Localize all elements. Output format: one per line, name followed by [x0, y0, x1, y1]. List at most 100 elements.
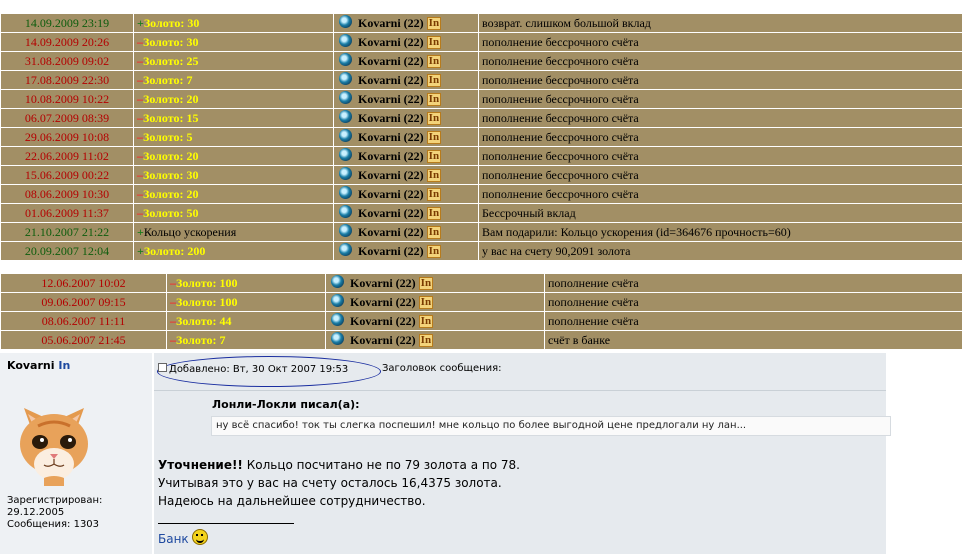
- item-label: Золото: 7: [176, 333, 226, 347]
- user-name[interactable]: Kovarni (22): [358, 73, 424, 87]
- body-line-1: Кольцо посчитано не по 79 золота а по 78…: [242, 458, 520, 472]
- row-date: 22.06.2009 11:02: [0, 146, 134, 166]
- clan-badge-icon[interactable]: In: [426, 131, 442, 144]
- user-name[interactable]: Kovarni (22): [358, 206, 424, 220]
- item-label: Золото: 20: [143, 187, 199, 201]
- row-item: –Золото: 20: [133, 184, 334, 204]
- user-name[interactable]: Kovarni (22): [358, 130, 424, 144]
- clan-badge-icon[interactable]: In: [426, 17, 442, 30]
- globe-icon[interactable]: [331, 313, 344, 326]
- user-name[interactable]: Kovarni (22): [358, 244, 424, 258]
- clan-badge-icon[interactable]: In: [426, 226, 442, 239]
- user-name[interactable]: Kovarni (22): [358, 225, 424, 239]
- globe-icon[interactable]: [339, 110, 352, 123]
- forum-post: Kovarni In Зарегистрирован: 29.12.2005 С…: [0, 353, 891, 554]
- table-row: 31.08.2009 09:02 –Золото: 25 Kovarni (22) I…: [0, 51, 962, 71]
- table-row: 05.06.2007 21:45 –Золото: 7 Kovarni (22) In…: [0, 330, 962, 350]
- clan-badge-icon[interactable]: In: [418, 334, 434, 347]
- clan-badge-icon[interactable]: In: [426, 55, 442, 68]
- table-row: 21.10.2007 21:22 +Кольцо ускорения Kovarni…: [0, 222, 962, 242]
- row-date: 01.06.2009 11:37: [0, 203, 134, 223]
- clan-badge-icon[interactable]: In: [426, 188, 442, 201]
- user-name[interactable]: Kovarni (22): [358, 111, 424, 125]
- author-panel: Kovarni In Зарегистрирован: 29.12.2005 С…: [0, 353, 154, 554]
- row-note: счёт в банке: [544, 330, 962, 350]
- globe-icon[interactable]: [331, 332, 344, 345]
- table-row: 08.06.2009 10:30 –Золото: 20 Kovarni (22) I…: [0, 184, 962, 204]
- user-name[interactable]: Kovarni (22): [358, 54, 424, 68]
- user-name[interactable]: Kovarni (22): [350, 314, 416, 328]
- row-user: Kovarni (22) In: [333, 222, 479, 242]
- user-name[interactable]: Kovarni (22): [358, 35, 424, 49]
- row-date: 29.06.2009 10:08: [0, 127, 134, 147]
- clan-badge-icon[interactable]: In: [426, 36, 442, 49]
- clan-badge-icon[interactable]: In: [418, 296, 434, 309]
- quote-author: Лонли-Локли писал(а):: [212, 398, 360, 411]
- globe-icon[interactable]: [339, 129, 352, 142]
- clan-badge-icon[interactable]: In: [426, 150, 442, 163]
- user-name[interactable]: Kovarni (22): [350, 333, 416, 347]
- row-user: Kovarni (22) In: [333, 203, 479, 223]
- item-label: Золото: 100: [176, 276, 238, 290]
- body-line-2: Учитывая это у вас на счету осталось 16,…: [158, 476, 502, 490]
- user-name[interactable]: Kovarni (22): [350, 295, 416, 309]
- globe-icon[interactable]: [331, 275, 344, 288]
- cat-avatar-icon: [10, 386, 98, 486]
- clan-badge-icon[interactable]: In: [426, 169, 442, 182]
- item-label: Золото: 50: [143, 206, 199, 220]
- plus-sign: +: [137, 244, 144, 258]
- clan-badge-icon[interactable]: In: [426, 93, 442, 106]
- clan-badge-icon[interactable]: In: [418, 315, 434, 328]
- globe-icon[interactable]: [331, 294, 344, 307]
- row-item: –Золото: 5: [133, 127, 334, 147]
- user-name[interactable]: Kovarni (22): [358, 149, 424, 163]
- transfer-log-table: 14.09.2009 23:19 +Золото: 30 Kovarni (22) I…: [0, 13, 962, 261]
- row-user: Kovarni (22) In: [333, 241, 479, 261]
- clan-badge-icon[interactable]: In: [426, 74, 442, 87]
- user-name[interactable]: Kovarni (22): [358, 187, 424, 201]
- user-name[interactable]: Kovarni (22): [358, 16, 424, 30]
- row-item: –Золото: 100: [166, 273, 326, 293]
- message-icon[interactable]: [158, 363, 167, 372]
- table-row: 09.06.2007 09:15 –Золото: 100 Kovarni (22)…: [0, 292, 962, 312]
- globe-icon[interactable]: [339, 148, 352, 161]
- post-body: Уточнение!! Кольцо посчитано не по 79 зо…: [158, 456, 520, 510]
- user-name[interactable]: Kovarni (22): [358, 92, 424, 106]
- item-label: Золото: 30: [143, 35, 199, 49]
- row-item: –Золото: 20: [133, 146, 334, 166]
- clan-badge-icon[interactable]: In: [426, 245, 442, 258]
- globe-icon[interactable]: [339, 224, 352, 237]
- globe-icon[interactable]: [339, 186, 352, 199]
- row-user: Kovarni (22) In: [333, 165, 479, 185]
- user-name[interactable]: Kovarni (22): [350, 276, 416, 290]
- row-note: пополнение счёта: [544, 273, 962, 293]
- table-row: 14.09.2009 23:19 +Золото: 30 Kovarni (22) I…: [0, 13, 962, 33]
- item-label: Золото: 100: [176, 295, 238, 309]
- row-note: возврат. слишком большой вклад: [478, 13, 962, 33]
- row-date: 31.08.2009 09:02: [0, 51, 134, 71]
- globe-icon[interactable]: [339, 53, 352, 66]
- globe-icon[interactable]: [339, 205, 352, 218]
- row-date: 06.07.2009 08:39: [0, 108, 134, 128]
- globe-icon[interactable]: [339, 15, 352, 28]
- bank-link[interactable]: Банк: [158, 532, 189, 546]
- clarification-label: Уточнение!!: [158, 458, 243, 472]
- globe-icon[interactable]: [339, 91, 352, 104]
- subject-label: Заголовок сообщения:: [382, 363, 502, 374]
- clan-badge-icon[interactable]: In: [418, 277, 434, 290]
- row-date: 10.08.2009 10:22: [0, 89, 134, 109]
- author-name[interactable]: Kovarni In: [7, 359, 70, 372]
- clan-badge-icon[interactable]: In: [426, 112, 442, 125]
- registered-date: 29.12.2005: [7, 507, 65, 518]
- table-row: 22.06.2009 11:02 –Золото: 20 Kovarni (22) I…: [0, 146, 962, 166]
- user-name[interactable]: Kovarni (22): [358, 168, 424, 182]
- row-user: Kovarni (22) In: [333, 89, 479, 109]
- globe-icon[interactable]: [339, 34, 352, 47]
- row-user: Kovarni (22) In: [325, 292, 545, 312]
- globe-icon[interactable]: [339, 72, 352, 85]
- row-item: +Золото: 200: [133, 241, 334, 261]
- globe-icon[interactable]: [339, 167, 352, 180]
- globe-icon[interactable]: [339, 243, 352, 256]
- row-user: Kovarni (22) In: [333, 32, 479, 52]
- clan-badge-icon[interactable]: In: [426, 207, 442, 220]
